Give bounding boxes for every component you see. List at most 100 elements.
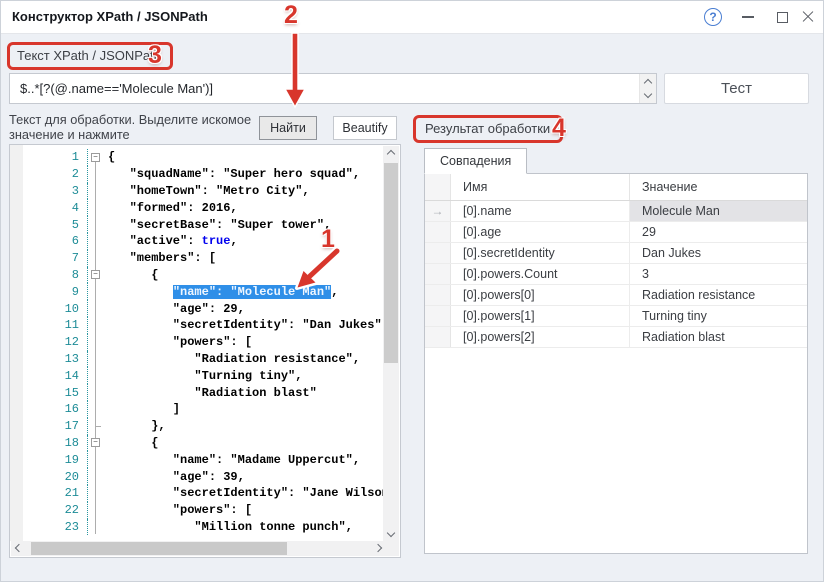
code-line[interactable]: 18− { — [24, 435, 383, 452]
code-text: "secretIdentity": "Jane Wilson", — [103, 486, 383, 500]
table-row[interactable]: [0].powers.Count3 — [425, 264, 807, 285]
scroll-up-icon[interactable] — [644, 79, 652, 87]
code-text: "age": 29, — [103, 302, 245, 316]
fold-column — [88, 334, 103, 351]
query-input-scrollbar[interactable] — [639, 74, 656, 103]
cell-name[interactable]: [0].powers[2] — [451, 327, 630, 347]
json-source-editor[interactable]: 1−{2 "squadName": "Super hero squad",3 "… — [9, 144, 401, 558]
code-text: { — [103, 436, 158, 450]
scroll-down-icon[interactable] — [383, 525, 399, 541]
cell-value[interactable]: 3 — [630, 264, 807, 284]
fold-column — [88, 367, 103, 384]
editor-horizontal-scrollbar[interactable] — [11, 541, 386, 556]
fold-column — [88, 401, 103, 418]
code-text: "secretBase": "Super tower", — [103, 218, 331, 232]
cell-name[interactable]: [0].powers[0] — [451, 285, 630, 305]
test-button[interactable]: Тест — [664, 73, 809, 104]
code-line[interactable]: 20 "age": 39, — [24, 468, 383, 485]
row-indicator-cell — [425, 222, 451, 242]
xpath-query-input[interactable]: $..*[?(@.name=='Molecule Man')] — [9, 73, 657, 104]
code-line[interactable]: 21 "secretIdentity": "Jane Wilson", — [24, 485, 383, 502]
scroll-left-icon[interactable] — [11, 540, 27, 556]
cell-value[interactable]: Radiation blast — [630, 327, 807, 347]
code-line[interactable]: 15 "Radiation blast" — [24, 384, 383, 401]
fold-collapse-icon[interactable]: − — [91, 153, 100, 162]
code-text: { — [103, 268, 158, 282]
column-header-value[interactable]: Значение — [630, 174, 807, 200]
vertical-scroll-thumb[interactable] — [384, 163, 398, 363]
table-row[interactable]: [0].age29 — [425, 222, 807, 243]
fold-collapse-icon[interactable]: − — [91, 270, 100, 279]
code-line[interactable]: 16 ] — [24, 401, 383, 418]
editor-vertical-scrollbar[interactable] — [383, 146, 399, 541]
code-line[interactable]: 13 "Radiation resistance", — [24, 351, 383, 368]
column-header-name[interactable]: Имя — [451, 174, 630, 200]
code-line[interactable]: 11 "secretIdentity": "Dan Jukes", — [24, 317, 383, 334]
beautify-button[interactable]: Beautify — [333, 116, 397, 140]
horizontal-scroll-thumb[interactable] — [31, 542, 287, 555]
line-number: 17 — [24, 418, 88, 435]
table-row[interactable]: [0].powers[2]Radiation blast — [425, 327, 807, 348]
line-number: 19 — [24, 451, 88, 468]
cell-value[interactable]: Radiation resistance — [630, 285, 807, 305]
cell-name[interactable]: [0].powers.Count — [451, 264, 630, 284]
code-line[interactable]: 1−{ — [24, 149, 383, 166]
table-row[interactable]: [0].powers[1]Turning tiny — [425, 306, 807, 327]
line-number: 15 — [24, 384, 88, 401]
fold-column — [88, 250, 103, 267]
scroll-up-icon[interactable] — [383, 146, 399, 162]
minimize-button[interactable] — [737, 6, 759, 28]
fold-column: − — [88, 267, 103, 284]
code-line[interactable]: 22 "powers": [ — [24, 502, 383, 519]
code-text: "Radiation blast" — [103, 386, 317, 400]
fold-collapse-icon[interactable]: − — [91, 438, 100, 447]
cell-value[interactable]: Dan Jukes — [630, 243, 807, 263]
cell-value[interactable]: 29 — [630, 222, 807, 242]
code-line[interactable]: 23 "Million tonne punch", — [24, 519, 383, 536]
find-button[interactable]: Найти — [259, 116, 317, 140]
cell-name[interactable]: [0].powers[1] — [451, 306, 630, 326]
cell-value[interactable]: Molecule Man — [630, 201, 807, 221]
code-line[interactable]: 12 "powers": [ — [24, 334, 383, 351]
current-row-arrow-icon: → — [425, 201, 451, 221]
code-text: "Million tonne punch", — [103, 520, 353, 534]
cell-name[interactable]: [0].secretIdentity — [451, 243, 630, 263]
tab-matches[interactable]: Совпадения — [424, 148, 527, 174]
cell-name[interactable]: [0].name — [451, 201, 630, 221]
help-button[interactable]: ? — [702, 6, 724, 28]
code-line[interactable]: 3 "homeTown": "Metro City", — [24, 183, 383, 200]
code-text: }, — [103, 419, 166, 433]
table-row[interactable]: →[0].nameMolecule Man — [425, 201, 807, 222]
code-line[interactable]: 2 "squadName": "Super hero squad", — [24, 166, 383, 183]
question-mark-icon: ? — [704, 8, 722, 26]
line-number: 9 — [24, 283, 88, 300]
code-text: "Turning tiny", — [103, 369, 302, 383]
maximize-button[interactable] — [771, 6, 793, 28]
code-line[interactable]: 17 }, — [24, 418, 383, 435]
line-number: 23 — [24, 519, 88, 536]
results-grid-header: Имя Значение — [425, 174, 807, 201]
code-line[interactable]: 4 "formed": 2016, — [24, 199, 383, 216]
close-button[interactable] — [797, 6, 819, 28]
annotation-arrow-diagonal — [289, 244, 347, 296]
cell-value[interactable]: Turning tiny — [630, 306, 807, 326]
cell-name[interactable]: [0].age — [451, 222, 630, 242]
code-line[interactable]: 14 "Turning tiny", — [24, 367, 383, 384]
code-line[interactable]: 19 "name": "Madame Uppercut", — [24, 451, 383, 468]
title-bar: Конструктор XPath / JSONPath ? — [1, 1, 823, 34]
beautify-button-label: Beautify — [342, 121, 387, 135]
table-row[interactable]: [0].powers[0]Radiation resistance — [425, 285, 807, 306]
line-number: 6 — [24, 233, 88, 250]
annotation-number-2: 2 — [284, 1, 298, 30]
code-text: "powers": [ — [103, 335, 252, 349]
table-row[interactable]: [0].secretIdentityDan Jukes — [425, 243, 807, 264]
code-text: "Radiation resistance", — [103, 352, 360, 366]
tab-matches-label: Совпадения — [440, 154, 511, 168]
line-number: 5 — [24, 216, 88, 233]
scroll-down-icon[interactable] — [644, 90, 652, 98]
line-number: 20 — [24, 468, 88, 485]
code-line[interactable]: 10 "age": 29, — [24, 300, 383, 317]
result-label: Результат обработки — [425, 121, 550, 136]
line-number: 8 — [24, 267, 88, 284]
code-text: "name": "Madame Uppercut", — [103, 453, 360, 467]
